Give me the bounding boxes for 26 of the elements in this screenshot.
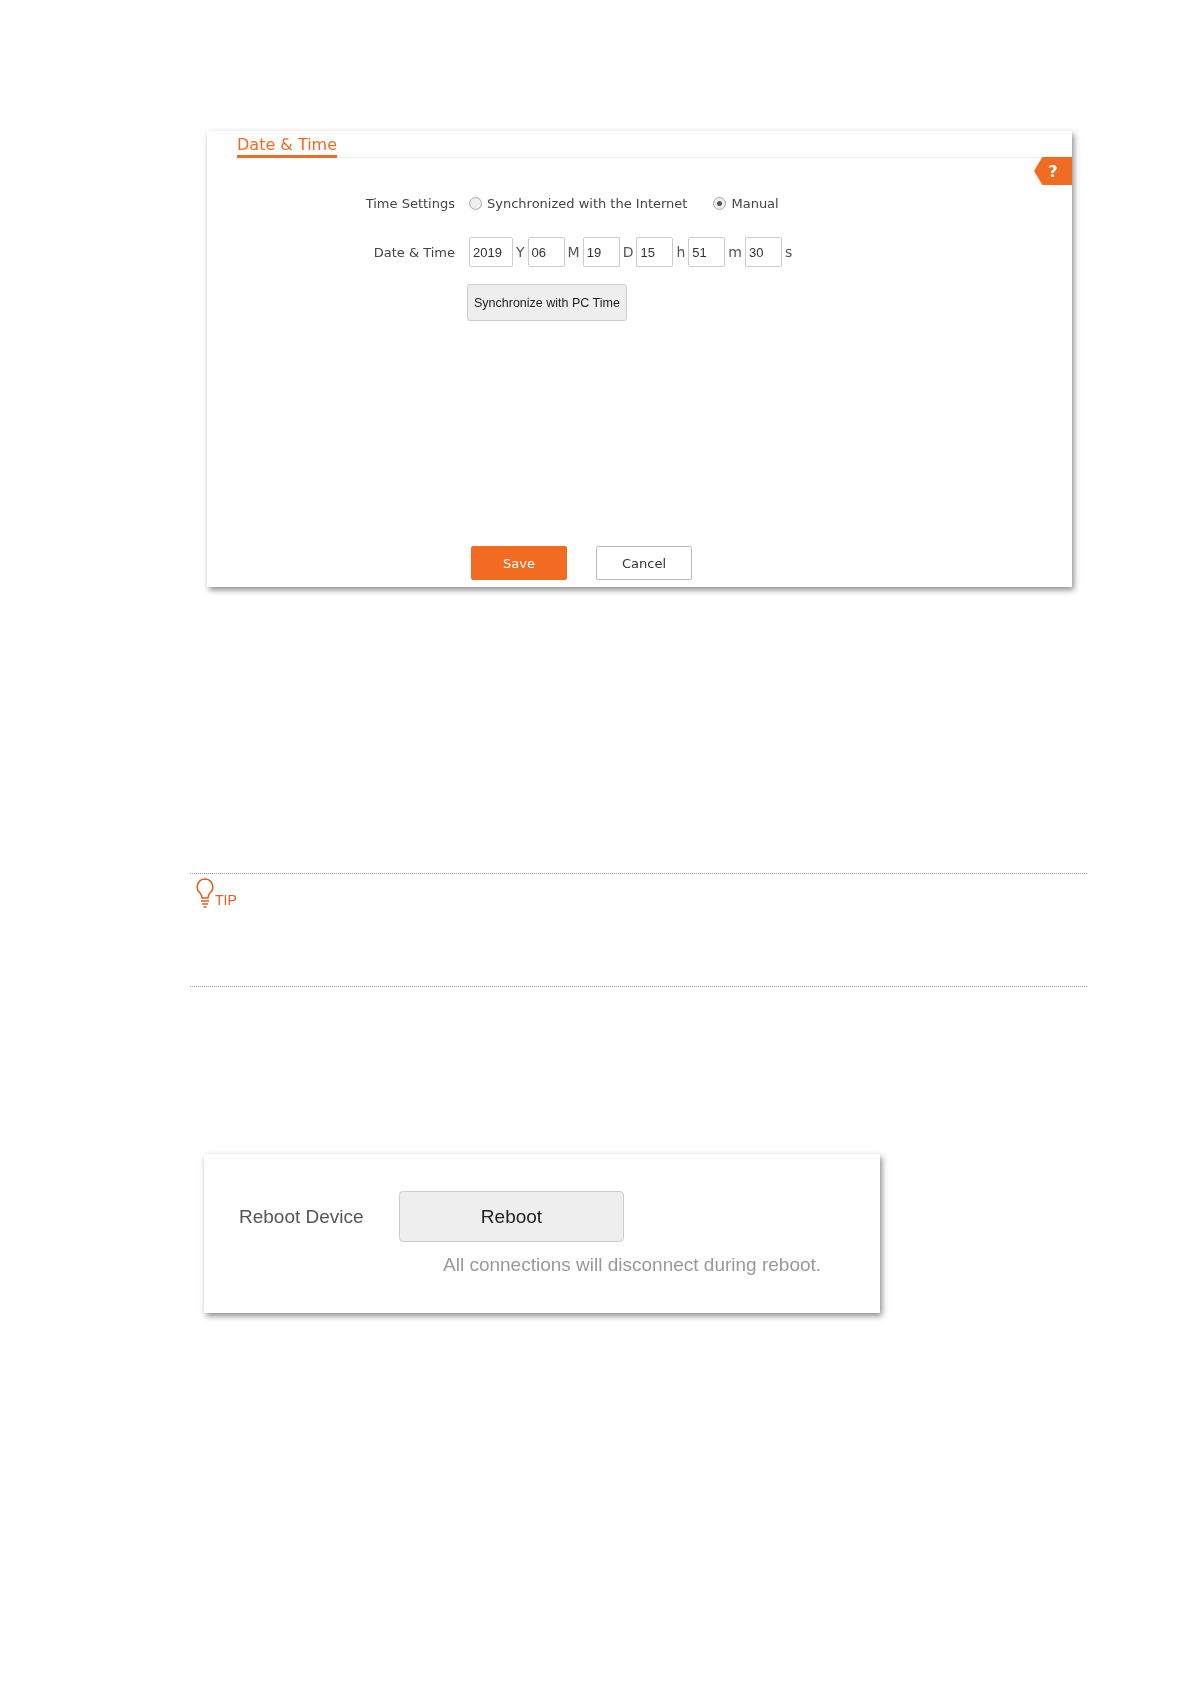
input-field[interactable]: 19 — [582, 237, 620, 267]
input-field[interactable]: 15 — [636, 237, 674, 267]
unit-label: M — [567, 244, 580, 260]
field-label: Reboot Device — [239, 1205, 365, 1228]
sync-button[interactable]: Synchronize with PC Time — [467, 284, 627, 321]
input-field[interactable]: 30 — [744, 237, 782, 267]
field-label: Time Settings — [364, 196, 456, 211]
unit-label: Y — [516, 244, 525, 260]
input-field[interactable]: 51 — [688, 237, 726, 267]
unit-label: D — [622, 244, 634, 260]
radio-button[interactable] — [713, 197, 727, 210]
panel-title: Date & Time — [237, 135, 338, 158]
cancel-button[interactable]: Cancel — [596, 546, 692, 580]
radio-option[interactable]: Manual — [713, 196, 779, 211]
radio-button[interactable] — [469, 197, 482, 210]
input-field[interactable]: 06 — [527, 237, 565, 267]
unit-label: m — [728, 244, 742, 260]
field-label: Date & Time — [372, 244, 456, 260]
hint-text: All connections will disconnect during reboot. — [443, 1254, 823, 1276]
unit-label: h — [676, 244, 686, 260]
radio-label: Manual — [731, 196, 779, 211]
tip-label: TIP — [215, 892, 237, 908]
reboot-button[interactable]: Reboot — [399, 1191, 624, 1242]
lightbulb-icon — [195, 878, 215, 908]
unit-label: s — [784, 244, 793, 260]
input-field[interactable]: 2019 — [469, 237, 513, 267]
